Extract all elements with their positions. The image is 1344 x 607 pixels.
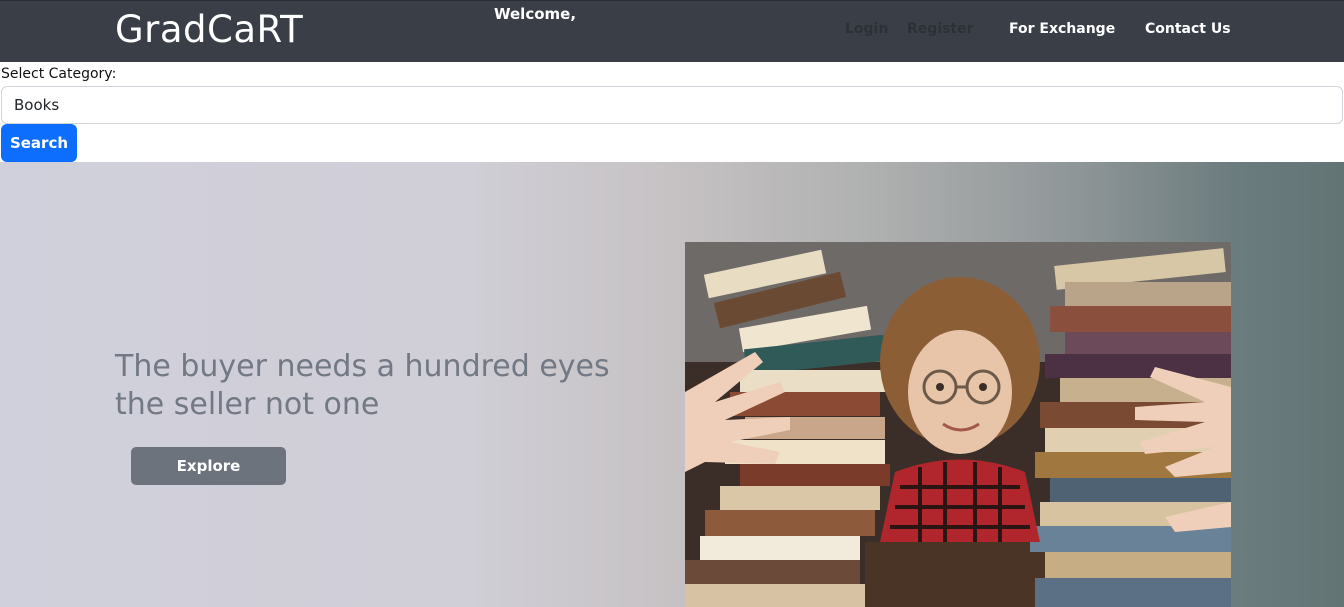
- nav-contact-link[interactable]: Contact Us: [1145, 20, 1231, 38]
- hero-title-line-2: the seller not one: [115, 387, 380, 422]
- hero-photo: [685, 242, 1231, 607]
- top-navbar: GradCaRT Welcome, Login Register For Exc…: [0, 0, 1344, 62]
- welcome-text: Welcome,: [494, 5, 577, 23]
- category-label: Select Category:: [1, 66, 117, 82]
- nav-exchange-link[interactable]: For Exchange: [1009, 20, 1115, 38]
- nav-register-link[interactable]: Register: [907, 20, 974, 38]
- hero-title-line-1: The buyer needs a hundred eyes: [115, 349, 610, 384]
- search-button[interactable]: Search: [1, 124, 77, 162]
- hero-banner: The buyer needs a hundred eyes the selle…: [0, 162, 1344, 607]
- brand-logo[interactable]: GradCaRT: [115, 7, 303, 53]
- explore-button[interactable]: Explore: [131, 447, 286, 485]
- category-search-form: Select Category: Books Search: [0, 62, 1344, 162]
- category-select[interactable]: Books: [1, 86, 1343, 124]
- hero-title: The buyer needs a hundred eyes the selle…: [115, 348, 635, 424]
- nav-login-link[interactable]: Login: [845, 20, 888, 38]
